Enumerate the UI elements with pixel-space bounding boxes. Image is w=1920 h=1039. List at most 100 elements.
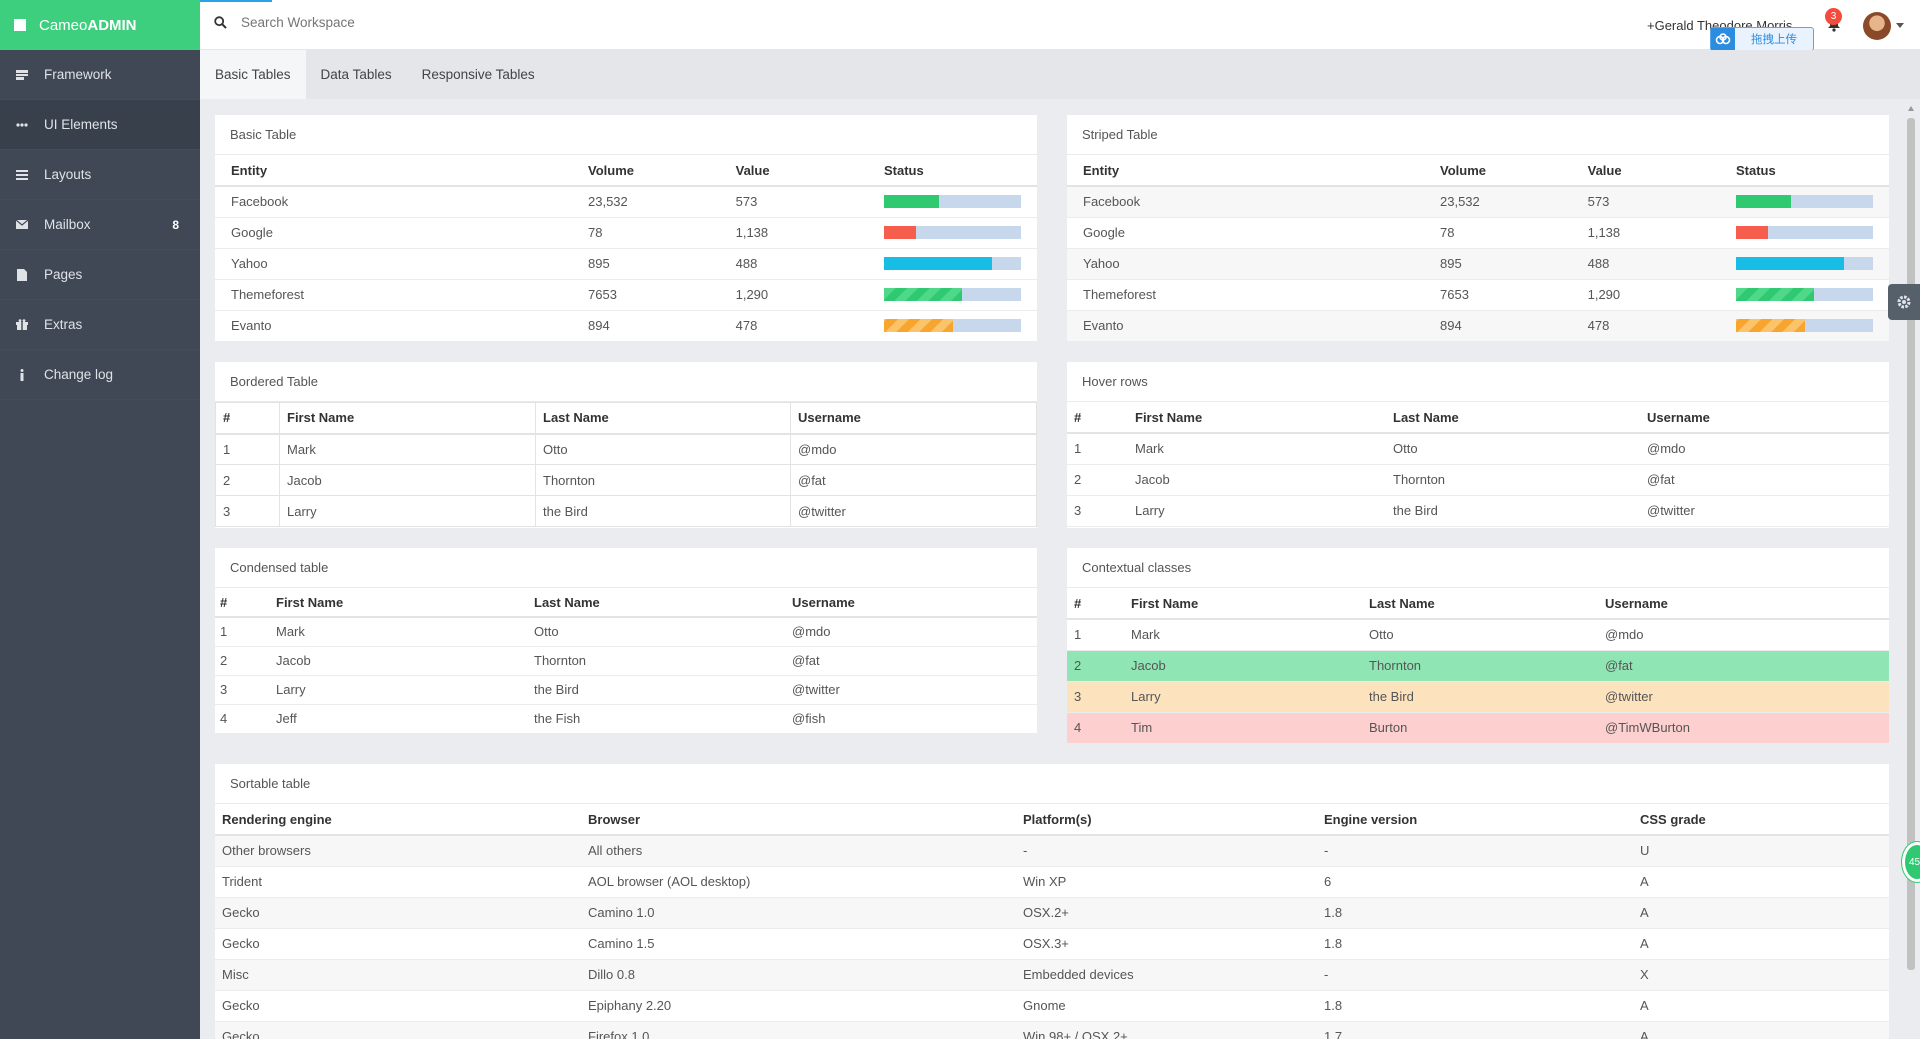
sidebar-item-framework[interactable]: Framework (0, 50, 200, 100)
upload-button[interactable]: 拖拽上传 (1710, 27, 1814, 51)
cell-first: Larry (1128, 495, 1386, 527)
cell-volume: 894 (572, 310, 720, 342)
column-header: First Name (271, 588, 529, 618)
cell-last: the Bird (535, 495, 791, 527)
cell-value: 478 (1571, 310, 1720, 342)
striped-table: Entity Volume Value Status Facebook 23,532 57… (1067, 155, 1889, 342)
cell-volume: 78 (572, 217, 720, 249)
sidebar-item-extras[interactable]: Extras (0, 300, 200, 350)
sortable-column-header[interactable]: Engine version (1317, 804, 1633, 836)
cell-last: Otto (529, 617, 787, 647)
mailbox-count-badge: 8 (172, 217, 179, 232)
cell-value: 478 (719, 310, 868, 342)
cell-last: Thornton (1362, 650, 1598, 682)
table-cell: Gecko (215, 990, 581, 1022)
table-row: 2 Jacob Thornton @fat (215, 464, 1037, 496)
sidebar-item-change-log[interactable]: Change log (0, 350, 200, 400)
panel-title: Hover rows (1067, 362, 1889, 402)
table-cell: Misc (215, 959, 581, 991)
search-icon[interactable] (214, 16, 227, 29)
brand-bold: ADMIN (87, 16, 137, 34)
avatar[interactable] (1863, 12, 1891, 40)
panel-title: Sortable table (215, 764, 1889, 804)
column-header[interactable]: Status (868, 155, 1037, 187)
sortable-table-panel: Sortable table Rendering engine Browser Pl… (215, 764, 1889, 1039)
cell-num: 3 (215, 495, 280, 527)
table-cell: X (1633, 959, 1889, 991)
column-header: # (1067, 402, 1128, 434)
cell-first: Mark (1124, 619, 1362, 651)
page-scrollbar[interactable] (1905, 104, 1917, 1039)
sortable-column-header[interactable]: Browser (581, 804, 1016, 836)
column-header: Last Name (529, 588, 787, 618)
table-row: Gecko Firefox 1.0 Win 98+ / OSX.2+ 1.7 A (215, 1021, 1889, 1039)
bordered-table: # First Name Last Name Username 1 Mark Otto @m… (215, 402, 1037, 527)
cell-status (868, 310, 1037, 342)
sortable-column-header[interactable]: Platform(s) (1016, 804, 1317, 836)
search-input[interactable] (241, 15, 461, 30)
sidebar-item-ui-elements[interactable]: UI Elements (0, 100, 200, 150)
sidebar-item-layouts[interactable]: Layouts (0, 150, 200, 200)
table-cell: Trident (215, 866, 581, 898)
column-header[interactable]: Entity (1067, 155, 1424, 187)
envelope-icon (16, 219, 28, 231)
striped-table-panel: Striped Table Entity Volume Value Status Fa… (1067, 115, 1889, 342)
search-box (214, 15, 461, 30)
panel-title: Bordered Table (215, 362, 1037, 402)
column-header[interactable]: Entity (215, 155, 572, 187)
table-cell: Dillo 0.8 (581, 959, 1016, 991)
sortable-table: Rendering engine Browser Platform(s) Engine… (215, 804, 1889, 1039)
gear-icon (1897, 295, 1911, 309)
file-icon (16, 268, 28, 281)
table-row: Yahoo 895 488 (1067, 248, 1889, 280)
column-header[interactable]: Value (1571, 155, 1720, 187)
sidebar-item-pages[interactable]: Pages (0, 250, 200, 300)
cell-user: @mdo (787, 617, 1037, 647)
cell-entity: Themeforest (1067, 279, 1424, 311)
table-header-row: # First Name Last Name Username (1067, 402, 1889, 434)
hover-table-panel: Hover rows # First Name Last Name Username … (1067, 362, 1889, 528)
panel-title: Basic Table (215, 115, 1037, 155)
table-cell: Win XP (1016, 866, 1317, 898)
settings-toggle[interactable] (1888, 284, 1920, 320)
sortable-column-header[interactable]: Rendering engine (215, 804, 581, 836)
table-cell: 1.8 (1317, 990, 1633, 1022)
table-header-row: Entity Volume Value Status (1067, 155, 1889, 187)
cell-last: Otto (1386, 433, 1640, 465)
cell-volume: 894 (1424, 310, 1572, 342)
sidebar-item-mailbox[interactable]: Mailbox 8 (0, 200, 200, 250)
tab-data-tables[interactable]: Data Tables (306, 50, 407, 99)
panel-title: Contextual classes (1067, 548, 1889, 588)
cell-user: @twitter (787, 675, 1037, 705)
cell-first: Jacob (1128, 464, 1386, 496)
table-cell: All others (581, 835, 1016, 867)
column-header[interactable]: Volume (572, 155, 720, 187)
tab-bar: Basic Tables Data Tables Responsive Tabl… (200, 50, 1920, 99)
book-icon (16, 69, 28, 81)
cell-volume: 7653 (572, 279, 720, 311)
tab-responsive-tables[interactable]: Responsive Tables (407, 50, 550, 99)
condensed-table-panel: Condensed table # First Name Last Name User… (215, 548, 1037, 734)
cell-first: Mark (279, 433, 536, 465)
tab-basic-tables[interactable]: Basic Tables (200, 50, 306, 99)
sidebar-item-label: Mailbox (44, 217, 91, 232)
loading-bar (200, 0, 272, 2)
chevron-down-icon[interactable] (1896, 23, 1904, 28)
brand-prefix: Cameo (39, 16, 88, 34)
progress-fill (884, 288, 963, 301)
column-header[interactable]: Volume (1424, 155, 1572, 187)
table-row: 1 Mark Otto @mdo (215, 617, 1037, 647)
table-row: Other browsers All others - - U (215, 835, 1889, 867)
cell-volume: 23,532 (572, 186, 720, 218)
scroll-up-arrow-icon[interactable] (1908, 106, 1914, 111)
column-header[interactable]: Value (719, 155, 868, 187)
column-header[interactable]: Status (1720, 155, 1889, 187)
sidebar-item-label: UI Elements (44, 117, 118, 132)
table-row: Gecko Camino 1.0 OSX.2+ 1.8 A (215, 897, 1889, 929)
table-cell: 1.7 (1317, 1021, 1633, 1039)
table-cell: Gecko (215, 897, 581, 929)
brand-logo[interactable]: Cameo ADMIN (0, 0, 200, 50)
table-cell: Firefox 1.0 (581, 1021, 1016, 1039)
sortable-column-header[interactable]: CSS grade (1633, 804, 1889, 836)
cell-num: 4 (215, 704, 271, 734)
